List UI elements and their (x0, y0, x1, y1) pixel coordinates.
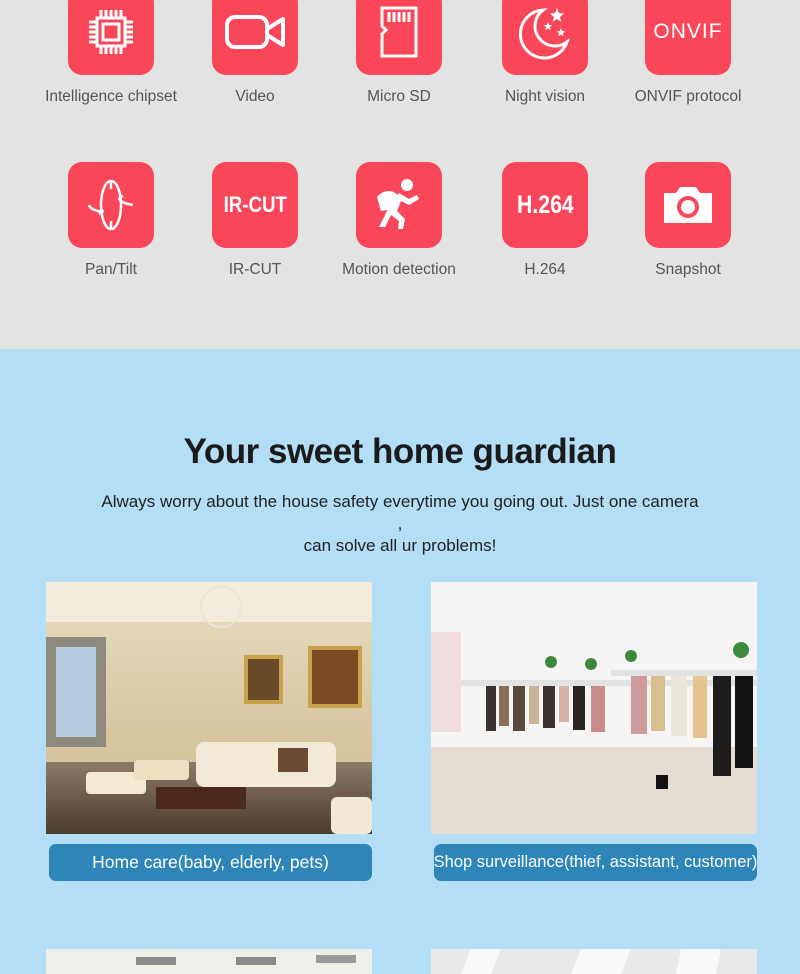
shop-surveillance-caption: Shop surveillance(thief, assistant, cust… (434, 844, 757, 881)
next-scene-photo-right (431, 949, 757, 974)
feature-label: IR-CUT (228, 261, 282, 278)
video-camera-icon (212, 0, 298, 75)
feature-video: Video (180, 0, 330, 106)
feature-snapshot: Snapshot (613, 162, 763, 279)
onvif-logo-icon: ONVIF (645, 0, 731, 75)
feature-label: Micro SD (367, 88, 431, 105)
camera-icon (645, 162, 731, 248)
feature-label: Pan/Tilt (85, 261, 137, 278)
feature-onvif: ONVIF ONVIF protocol (613, 0, 763, 106)
shop-surveillance-photo (431, 582, 757, 834)
thief-icon (356, 162, 442, 248)
chip-icon (68, 0, 154, 75)
feature-label: Video (235, 88, 275, 105)
feature-night-vision: Night vision (470, 0, 620, 106)
feature-label: Intelligence chipset (45, 88, 177, 105)
feature-h264: H.264 H.264 (470, 162, 620, 279)
feature-label: Snapshot (655, 261, 721, 278)
feature-pan-tilt: Pan/Tilt (36, 162, 186, 279)
h264-icon: H.264 (502, 162, 588, 248)
feature-motion: Motion detection (324, 162, 474, 279)
sd-card-icon (356, 0, 442, 75)
feature-label: Night vision (504, 88, 586, 105)
feature-microsd: Micro SD (324, 0, 474, 106)
section-title: Your sweet home guardian (183, 432, 617, 471)
feature-label: Motion detection (342, 261, 456, 278)
home-care-caption: Home care(baby, elderly, pets) (49, 844, 372, 881)
rotate-icon (68, 162, 154, 248)
next-scene-photo-left (46, 949, 372, 974)
ir-cut-icon: IR-CUT (212, 162, 298, 248)
home-care-photo (46, 582, 372, 834)
feature-ir-cut: IR-CUT IR-CUT (180, 162, 330, 279)
feature-chipset: Intelligence chipset (36, 0, 186, 106)
moon-stars-icon (502, 0, 588, 75)
feature-label: ONVIF protocol (634, 88, 742, 105)
feature-label: H.264 (524, 261, 566, 278)
section-description: Always worry about the house safety ever… (101, 492, 699, 555)
